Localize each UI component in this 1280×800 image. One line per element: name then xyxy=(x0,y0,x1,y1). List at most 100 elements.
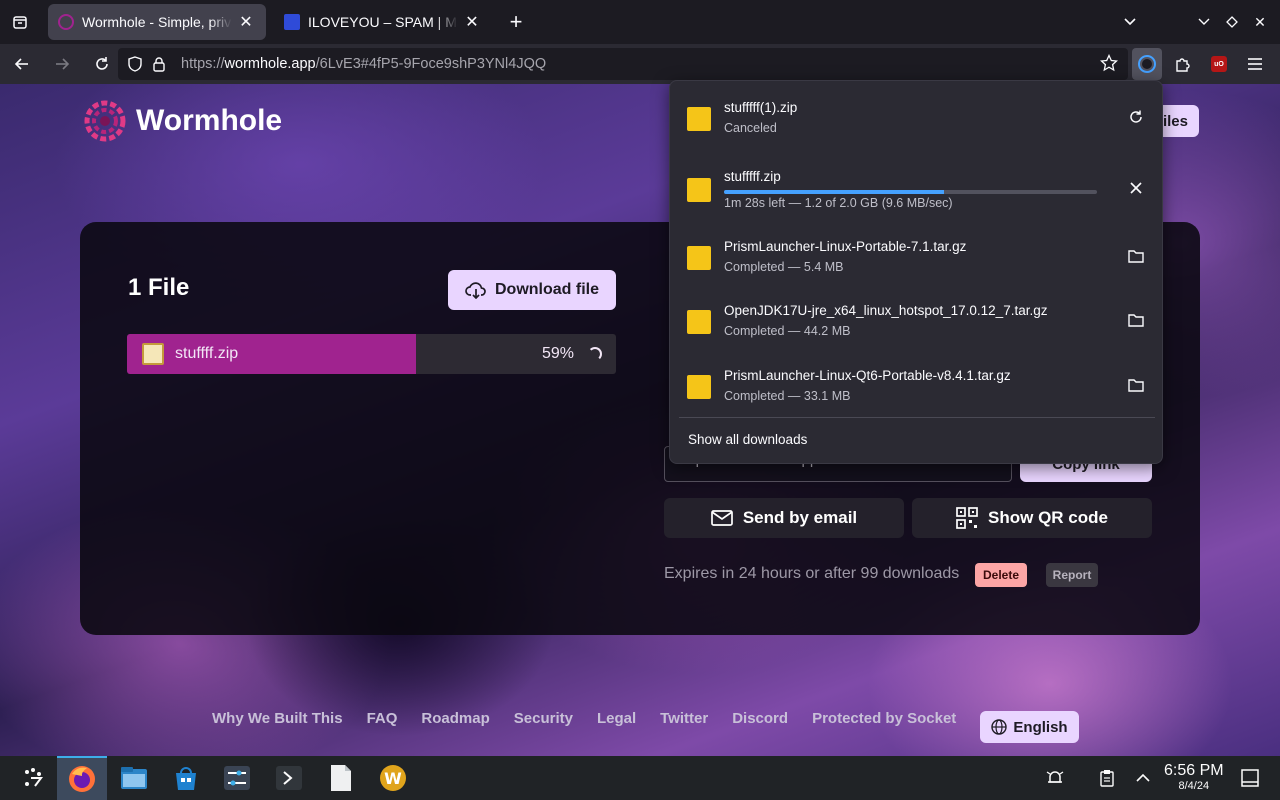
send-by-email-label: Send by email xyxy=(742,508,858,527)
zip-file-icon xyxy=(687,107,711,131)
tab-title: Wormhole - Simple, private xyxy=(82,14,232,30)
list-all-tabs-icon[interactable] xyxy=(1116,8,1144,36)
download-item[interactable]: PrismLauncher-Linux-Qt6-Portable-v8.4.1.… xyxy=(670,355,1164,419)
folder-icon[interactable] xyxy=(1124,308,1148,332)
file-row[interactable]: stuffff.zip 59% xyxy=(127,334,616,374)
show-desktop-icon[interactable] xyxy=(1232,756,1268,800)
wine-app-icon[interactable]: W xyxy=(368,756,418,800)
download-name: stufffff(1).zip xyxy=(724,100,798,115)
footer-links: Why We Built This FAQ Roadmap Security L… xyxy=(212,710,980,727)
firefox-taskbar-icon[interactable] xyxy=(57,756,107,800)
show-qr-code-label: Show QR code xyxy=(988,508,1108,527)
download-progress-fill xyxy=(724,190,945,194)
archive-file-icon xyxy=(687,310,711,334)
reload-button[interactable] xyxy=(84,48,120,80)
download-name: OpenJDK17U-jre_x64_linux_hotspot_17.0.12… xyxy=(724,303,1048,318)
wormhole-logo[interactable]: Wormhole xyxy=(84,100,282,142)
globe-icon xyxy=(991,719,1008,735)
download-item[interactable]: OpenJDK17U-jre_x64_linux_hotspot_17.0.12… xyxy=(670,290,1164,354)
puzzle-icon xyxy=(1176,58,1190,72)
download-name: PrismLauncher-Linux-Portable-7.1.tar.gz xyxy=(724,239,967,254)
footer-link-legal[interactable]: Legal xyxy=(597,710,636,727)
file-name: stuffff.zip xyxy=(175,345,239,362)
tab-overview-button[interactable] xyxy=(0,0,40,44)
download-name: PrismLauncher-Linux-Qt6-Portable-v8.4.1.… xyxy=(724,368,1011,383)
cloud-download-icon xyxy=(465,282,486,299)
tab-bar: Wormhole - Simple, private ✕ ILOVEYOU – … xyxy=(0,0,1280,44)
panel-divider xyxy=(679,417,1155,418)
tab-close-icon[interactable]: ✕ xyxy=(462,12,482,32)
retry-icon[interactable] xyxy=(1124,105,1148,129)
tab-title: ILOVEYOU – SPAM | Malwa xyxy=(308,14,458,30)
language-label: English xyxy=(1013,718,1068,736)
download-item[interactable]: PrismLauncher-Linux-Portable-7.1.tar.gz … xyxy=(670,226,1164,290)
download-progress-bar xyxy=(724,190,1097,194)
bookmark-star-icon[interactable] xyxy=(1099,53,1119,76)
download-item[interactable]: stufffff(1).zip Canceled xyxy=(670,87,1164,151)
download-file-button[interactable]: Download file xyxy=(448,270,616,310)
system-settings-icon[interactable] xyxy=(212,756,262,800)
close-window-icon[interactable]: ✕ xyxy=(1246,8,1274,36)
new-tab-button[interactable]: + xyxy=(502,8,530,36)
folder-icon[interactable] xyxy=(1124,373,1148,397)
url-bar[interactable]: https://wormhole.app/6LvE3#4fP5-9Foce9sh… xyxy=(118,48,1128,80)
archive-file-icon xyxy=(687,246,711,270)
download-status: Completed — 5.4 MB xyxy=(724,260,844,274)
show-qr-code-button[interactable]: Show QR code xyxy=(912,498,1152,538)
file-manager-icon[interactable] xyxy=(109,756,159,800)
tab-overview-icon xyxy=(13,16,27,29)
downloads-progress-icon xyxy=(1138,55,1156,73)
report-button[interactable]: Report xyxy=(1046,563,1098,587)
terminal-icon[interactable] xyxy=(264,756,314,800)
taskbar: W 6:56 PM 8/4/24 xyxy=(0,756,1280,800)
file-progress-fill xyxy=(127,334,416,374)
discover-store-icon[interactable] xyxy=(161,756,211,800)
back-button[interactable] xyxy=(4,48,40,80)
send-by-email-button[interactable]: Send by email xyxy=(664,498,904,538)
text-editor-icon[interactable] xyxy=(316,756,366,800)
show-all-downloads-button[interactable]: Show all downloads xyxy=(688,432,807,447)
app-launcher-icon[interactable] xyxy=(8,756,58,800)
cancel-icon[interactable] xyxy=(1124,176,1148,200)
forward-button[interactable] xyxy=(44,48,80,80)
extensions-button[interactable] xyxy=(1168,48,1198,80)
tab-iloveyou[interactable]: ILOVEYOU – SPAM | Malwa ✕ xyxy=(274,4,492,40)
folder-icon[interactable] xyxy=(1124,244,1148,268)
lock-icon[interactable] xyxy=(147,56,171,72)
footer-link-security[interactable]: Security xyxy=(514,710,573,727)
minimize-icon[interactable] xyxy=(1190,8,1218,36)
footer-link-roadmap[interactable]: Roadmap xyxy=(421,710,489,727)
url-host: wormhole.app xyxy=(224,56,316,72)
maximize-icon[interactable] xyxy=(1218,8,1246,36)
system-tray-expand-icon[interactable] xyxy=(1128,756,1158,800)
footer-link-twitter[interactable]: Twitter xyxy=(660,710,708,727)
zip-file-icon xyxy=(687,178,711,202)
clipboard-icon[interactable] xyxy=(1092,756,1122,800)
footer-link-why[interactable]: Why We Built This xyxy=(212,710,343,727)
ublock-button[interactable]: uO xyxy=(1204,48,1234,80)
files-title: 1 File xyxy=(128,274,190,301)
back-arrow-icon xyxy=(14,58,28,70)
forward-arrow-icon xyxy=(56,58,70,70)
footer-link-socket[interactable]: Protected by Socket xyxy=(812,710,956,727)
download-status: 1m 28s left — 1.2 of 2.0 GB (9.6 MB/sec) xyxy=(724,196,953,210)
wormhole-swirl-icon xyxy=(84,100,126,142)
footer-link-discord[interactable]: Discord xyxy=(732,710,788,727)
tracking-protection-icon[interactable] xyxy=(123,56,147,72)
clock[interactable]: 6:56 PM 8/4/24 xyxy=(1164,762,1224,792)
tab-wormhole[interactable]: Wormhole - Simple, private ✕ xyxy=(48,4,266,40)
qr-code-icon xyxy=(956,507,978,529)
delete-button[interactable]: Delete xyxy=(975,563,1027,587)
download-item-active[interactable]: stufffff.zip 1m 28s left — 1.2 of 2.0 GB… xyxy=(670,156,1164,220)
zip-file-icon xyxy=(142,343,164,365)
brand-name: Wormhole xyxy=(136,104,283,137)
download-file-label: Download file xyxy=(495,281,599,298)
toolbar-right: uO xyxy=(1132,48,1270,80)
footer-link-faq[interactable]: FAQ xyxy=(367,710,398,727)
downloads-button[interactable] xyxy=(1132,48,1162,80)
menu-button[interactable] xyxy=(1240,48,1270,80)
tab-close-icon[interactable]: ✕ xyxy=(236,12,256,32)
language-button[interactable]: English xyxy=(980,711,1079,743)
notifications-icon[interactable] xyxy=(1030,756,1080,800)
reload-icon xyxy=(96,57,108,70)
